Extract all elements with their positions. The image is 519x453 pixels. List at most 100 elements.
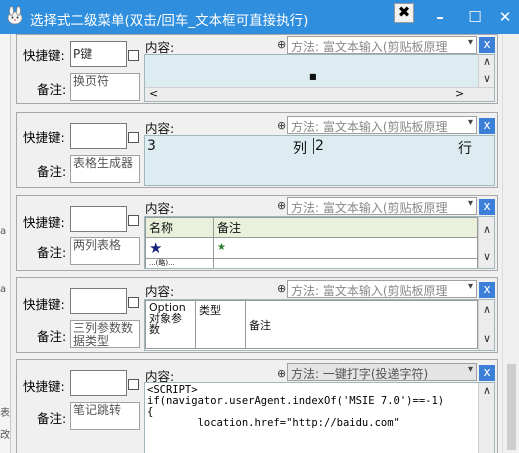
horizontal-scrollbar[interactable]: < > xyxy=(145,87,494,101)
scroll-up-icon[interactable]: ∧ xyxy=(479,223,494,236)
hotkey-input[interactable] xyxy=(70,370,127,396)
scroll-up-icon[interactable]: ∧ xyxy=(479,303,494,316)
note-field[interactable]: 两列表格 xyxy=(70,237,140,265)
main-vertical-scrollbar[interactable] xyxy=(502,34,519,453)
content-label: 内容: xyxy=(145,201,175,216)
scroll-down-icon[interactable]: ∨ xyxy=(479,250,494,263)
scrollbar-thumb[interactable] xyxy=(507,364,516,450)
strip-text: a xyxy=(0,284,7,295)
menu-item-card: 快捷键: 备注: 两列表格 内容: ⊕ 方法: 富文本输入(剪贴板原理 ▾ x 名… xyxy=(16,195,498,271)
table-header-cell: 备注 xyxy=(213,217,478,238)
enable-checkbox[interactable] xyxy=(128,379,139,390)
move-handle-icon[interactable]: ⊕ xyxy=(277,119,286,132)
content-editor[interactable]: <SCRIPT> if(navigator.userAgent.indexOf(… xyxy=(144,382,495,453)
cols-value: 2 xyxy=(313,138,324,154)
scroll-left-icon[interactable]: < xyxy=(149,87,158,100)
note-label: 备注: xyxy=(37,164,67,179)
vertical-scrollbar[interactable]: ∧ ∨ xyxy=(478,217,494,268)
enable-checkbox[interactable] xyxy=(128,297,139,308)
note-field[interactable]: 三列参数数据类型 xyxy=(70,320,140,348)
chevron-down-icon: ▾ xyxy=(467,281,473,292)
note-label: 备注: xyxy=(37,245,67,260)
method-select[interactable]: 方法: 富文本输入(剪贴板原理 ▾ xyxy=(287,36,477,54)
content-editor[interactable]: Option对象参数 类型 备注 ∧ ∨ xyxy=(144,299,495,351)
rows-unit: 列 xyxy=(293,141,307,157)
chevron-down-icon: ▾ xyxy=(467,37,473,48)
app-rabbit-icon xyxy=(7,6,23,25)
menu-item-card: 快捷键: 备注: 三列参数数据类型 内容: ⊕ 方法: 富文本输入(剪贴板原理 ▾… xyxy=(16,277,498,353)
enable-checkbox[interactable] xyxy=(128,215,139,226)
method-select[interactable]: 方法: 富文本输入(剪贴板原理 ▾ xyxy=(287,116,477,134)
minimize-button[interactable]: – xyxy=(428,5,452,29)
scroll-up-icon[interactable]: ∧ xyxy=(479,55,494,68)
menu-item-card: 快捷键: P键 备注: 换页符 内容: ⊕ 方法: 富文本输入(剪贴板原理 ▾ x… xyxy=(16,34,498,104)
delete-item-button[interactable]: x xyxy=(479,199,495,215)
hotkey-label: 快捷键: xyxy=(23,297,65,312)
hotkey-input[interactable]: P键 xyxy=(70,41,127,67)
strip-text: a xyxy=(0,226,7,237)
scroll-down-icon[interactable]: ∨ xyxy=(479,332,494,345)
note-field[interactable]: 换页符 xyxy=(70,73,140,101)
hotkey-label: 快捷键: xyxy=(23,48,65,63)
star-icon: ★ xyxy=(145,237,214,259)
note-label: 备注: xyxy=(37,411,67,426)
two-column-table: 名称 备注 ★ ★ ...(略)... xyxy=(145,217,478,268)
table-header-cell: 备注 xyxy=(245,300,478,349)
method-select-value: 方法: 富文本输入(剪贴板原理 xyxy=(291,201,448,215)
chevron-down-icon: ▾ xyxy=(467,117,473,128)
method-select-value: 方法: 一键打字(投递字符) xyxy=(291,367,429,381)
table-header-cell: 类型 xyxy=(195,300,246,349)
content-label: 内容: xyxy=(145,284,175,299)
delete-item-button[interactable]: x xyxy=(479,118,495,134)
scroll-up-icon[interactable]: ∧ xyxy=(479,384,494,397)
content-editor[interactable]: ■ ∧ ∨ < > xyxy=(144,54,495,102)
window-title: 选择式二级菜单(双击/回车_文本框可直接执行) xyxy=(30,13,309,29)
table-cell: ...(略)... xyxy=(145,258,214,268)
note-field[interactable]: 表格生成器 xyxy=(70,155,140,183)
strip-text: 表 xyxy=(0,408,10,419)
method-select[interactable]: 方法: 富文本输入(剪贴板原理 ▾ xyxy=(287,280,477,298)
table-header-cell: Option对象参数 xyxy=(145,300,196,349)
chevron-down-icon: ▾ xyxy=(467,364,473,375)
delete-item-button[interactable]: x xyxy=(479,37,495,53)
vertical-scrollbar[interactable]: ∧ ∨ xyxy=(478,55,494,88)
move-handle-icon[interactable]: ⊕ xyxy=(277,38,286,51)
method-select[interactable]: 方法: 富文本输入(剪贴板原理 ▾ xyxy=(287,197,477,215)
hotkey-label: 快捷键: xyxy=(23,215,65,230)
title-bar: 选择式二级菜单(双击/回车_文本框可直接执行) ✖ – ☐ ✕ xyxy=(0,0,519,34)
delete-item-button[interactable]: x xyxy=(479,365,495,381)
note-field[interactable]: 笔记跳转 xyxy=(70,402,140,430)
move-handle-icon[interactable]: ⊕ xyxy=(277,282,286,295)
vertical-scrollbar[interactable]: ∧ xyxy=(478,383,494,453)
code-text: <SCRIPT> if(navigator.userAgent.indexOf(… xyxy=(147,384,445,429)
move-handle-icon[interactable]: ⊕ xyxy=(277,199,286,212)
star-icon: ★ xyxy=(213,237,478,259)
delete-item-button[interactable]: x xyxy=(479,282,495,298)
content-editor[interactable]: 名称 备注 ★ ★ ...(略)... ∧ ∨ xyxy=(144,216,495,269)
hotkey-input[interactable] xyxy=(70,206,127,232)
table-header-cell: 名称 xyxy=(145,217,214,238)
chevron-down-icon: ▾ xyxy=(467,198,473,209)
method-select[interactable]: 方法: 一键打字(投递字符) ▾ xyxy=(287,363,477,381)
content-editor[interactable]: 3 列 2 行 xyxy=(144,135,495,186)
hotkey-label: 快捷键: xyxy=(23,130,65,145)
pin-button[interactable]: ✖ xyxy=(394,3,414,23)
hotkey-input[interactable] xyxy=(70,123,127,149)
maximize-button[interactable]: ☐ xyxy=(463,5,487,29)
cols-unit: 行 xyxy=(458,141,472,157)
close-button[interactable]: ✕ xyxy=(493,5,517,29)
note-label: 备注: xyxy=(37,82,67,97)
enable-checkbox[interactable] xyxy=(128,132,139,143)
method-select-value: 方法: 富文本输入(剪贴板原理 xyxy=(291,284,448,298)
vertical-scrollbar[interactable]: ∧ ∨ xyxy=(478,300,494,350)
move-handle-icon[interactable]: ⊕ xyxy=(277,367,286,380)
hotkey-label: 快捷键: xyxy=(23,379,65,394)
scroll-right-icon[interactable]: > xyxy=(455,87,464,100)
menu-item-card: 快捷键: 备注: 表格生成器 内容: ⊕ 方法: 富文本输入(剪贴板原理 ▾ x … xyxy=(16,112,498,188)
hotkey-input[interactable] xyxy=(70,288,127,314)
page-break-glyph: ■ xyxy=(309,72,317,81)
background-window-strip: a a 表 改 xyxy=(0,34,11,453)
scroll-down-icon[interactable]: ∨ xyxy=(479,72,494,85)
enable-checkbox[interactable] xyxy=(128,50,139,61)
three-column-table: Option对象参数 类型 备注 xyxy=(145,300,478,349)
